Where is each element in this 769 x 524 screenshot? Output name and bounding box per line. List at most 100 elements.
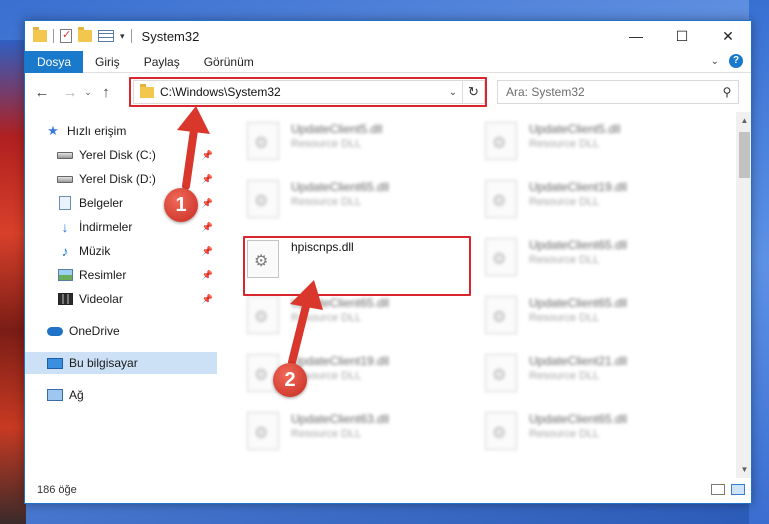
back-button[interactable]: ← bbox=[31, 84, 53, 101]
tiles-view-icon[interactable] bbox=[731, 484, 745, 495]
file-type: Resource DLL bbox=[291, 196, 362, 208]
address-highlight-box bbox=[129, 77, 487, 107]
file-item[interactable]: UpdateClient65.dll Resource DLL bbox=[241, 176, 471, 228]
dll-file-icon bbox=[485, 354, 517, 392]
desktop-background-right bbox=[749, 0, 769, 524]
file-highlight-box bbox=[243, 236, 471, 296]
file-name: UpdateClient65.dll bbox=[529, 238, 628, 252]
videos-icon bbox=[57, 293, 73, 305]
navigation-pane: ★ Hızlı erişim Yerel Disk (C:) 📌 Yerel D… bbox=[25, 112, 217, 478]
pin-icon[interactable]: 📌 bbox=[202, 294, 213, 305]
network-icon bbox=[47, 389, 63, 401]
toolbar-divider bbox=[130, 29, 132, 43]
file-item[interactable]: UpdateClient65.dll Resource DLL bbox=[479, 292, 709, 344]
maximize-button[interactable]: ☐ bbox=[659, 21, 705, 51]
file-item[interactable]: UpdateClient63.dll Resource DLL bbox=[241, 408, 471, 460]
sidebar-item-quick-access[interactable]: ★ Hızlı erişim bbox=[25, 120, 217, 142]
details-view-icon[interactable] bbox=[711, 484, 725, 495]
file-item[interactable]: UpdateClient21.dll Resource DLL bbox=[479, 350, 709, 402]
music-icon: ♪ bbox=[61, 243, 69, 259]
cloud-icon bbox=[47, 326, 63, 336]
dll-file-icon bbox=[485, 180, 517, 218]
main-content: ★ Hızlı erişim Yerel Disk (C:) 📌 Yerel D… bbox=[25, 112, 751, 478]
sidebar-item-local-disk-c[interactable]: Yerel Disk (C:) 📌 bbox=[25, 144, 217, 166]
file-name: UpdateClient5.dll bbox=[291, 122, 383, 136]
tab-view[interactable]: Görünüm bbox=[192, 51, 266, 73]
file-item[interactable]: UpdateClient19.dll Resource DLL bbox=[479, 176, 709, 228]
file-type: Resource DLL bbox=[529, 370, 600, 382]
desktop-background-left bbox=[0, 40, 26, 524]
status-bar: 186 öğe bbox=[25, 477, 751, 503]
tab-share[interactable]: Paylaş bbox=[132, 51, 192, 73]
search-box[interactable]: Ara: System32 ⚲ bbox=[497, 80, 739, 104]
pin-icon[interactable]: 📌 bbox=[202, 198, 213, 209]
new-folder-icon[interactable] bbox=[78, 27, 92, 42]
file-type: Resource DLL bbox=[529, 196, 600, 208]
star-icon: ★ bbox=[47, 123, 59, 138]
scroll-down-icon[interactable]: ▼ bbox=[736, 461, 751, 478]
sidebar-item-label: Ağ bbox=[69, 388, 84, 402]
dll-file-icon bbox=[247, 180, 279, 218]
view-options-icon[interactable] bbox=[98, 30, 114, 42]
folder-icon bbox=[33, 27, 47, 42]
tab-home[interactable]: Giriş bbox=[83, 51, 132, 73]
title-bar: ▾ System32 — ☐ ✕ bbox=[25, 21, 751, 51]
file-item[interactable]: UpdateClient5.dll Resource DLL bbox=[479, 118, 709, 170]
forward-button[interactable]: → bbox=[59, 84, 81, 101]
file-item[interactable]: UpdateClient65.dll Resource DLL bbox=[241, 292, 471, 344]
search-icon[interactable]: ⚲ bbox=[716, 85, 738, 99]
sidebar-item-onedrive[interactable]: OneDrive bbox=[25, 320, 217, 342]
scroll-up-icon[interactable]: ▲ bbox=[736, 112, 751, 129]
file-item[interactable]: UpdateClient5.dll Resource DLL bbox=[241, 118, 471, 170]
properties-icon[interactable] bbox=[60, 28, 72, 43]
sidebar-item-label: Yerel Disk (C:) bbox=[79, 148, 156, 162]
file-explorer-window: ▾ System32 — ☐ ✕ Dosya Giriş Paylaş Görü… bbox=[24, 20, 752, 504]
recent-locations-button[interactable]: ⌄ bbox=[81, 87, 95, 98]
pin-icon[interactable]: 📌 bbox=[202, 174, 213, 185]
toolbar-divider bbox=[53, 29, 54, 43]
sidebar-item-local-disk-d[interactable]: Yerel Disk (D:) 📌 bbox=[25, 168, 217, 190]
navigation-bar: ← → ⌄ ↑ C:\Windows\System32 ⌄ ↻ Ara: Sys… bbox=[25, 73, 751, 111]
close-button[interactable]: ✕ bbox=[705, 21, 751, 51]
sidebar-item-music[interactable]: ♪ Müzik 📌 bbox=[25, 240, 217, 262]
sidebar-item-this-pc[interactable]: Bu bilgisayar bbox=[25, 352, 217, 374]
sidebar-item-videos[interactable]: Videolar 📌 bbox=[25, 288, 217, 310]
dll-file-icon bbox=[485, 122, 517, 160]
file-name: UpdateClient65.dll bbox=[291, 180, 390, 194]
sidebar-item-pictures[interactable]: Resimler 📌 bbox=[25, 264, 217, 286]
search-input[interactable]: Ara: System32 bbox=[506, 85, 716, 99]
sidebar-item-label: Müzik bbox=[79, 244, 111, 258]
pictures-icon bbox=[57, 269, 73, 281]
scrollbar-thumb[interactable] bbox=[739, 132, 750, 178]
file-item[interactable]: UpdateClient65.dll Resource DLL bbox=[479, 408, 709, 460]
dll-file-icon bbox=[247, 296, 279, 334]
chevron-down-icon[interactable]: ⌄ bbox=[711, 56, 719, 67]
pin-icon[interactable]: 📌 bbox=[202, 150, 213, 161]
dll-file-icon bbox=[485, 296, 517, 334]
dll-file-icon bbox=[485, 412, 517, 450]
step-badge-2: 2 bbox=[273, 363, 307, 397]
file-item[interactable]: UpdateClient65.dll Resource DLL bbox=[479, 234, 709, 286]
download-icon: ↓ bbox=[61, 219, 69, 235]
help-icon[interactable]: ? bbox=[729, 54, 743, 68]
tab-file[interactable]: Dosya bbox=[25, 50, 84, 73]
sidebar-item-label: OneDrive bbox=[69, 324, 120, 338]
pin-icon[interactable]: 📌 bbox=[202, 270, 213, 281]
pin-icon[interactable]: 📌 bbox=[202, 246, 213, 257]
file-name: UpdateClient19.dll bbox=[529, 180, 628, 194]
file-name: UpdateClient63.dll bbox=[291, 412, 390, 426]
minimize-button[interactable]: — bbox=[613, 21, 659, 51]
sidebar-item-label: Belgeler bbox=[79, 196, 124, 210]
pin-icon[interactable]: 📌 bbox=[202, 222, 213, 233]
customize-toolbar-chevron-icon[interactable]: ▾ bbox=[120, 31, 125, 42]
file-type: Resource DLL bbox=[291, 428, 362, 440]
item-count: 186 öğe bbox=[37, 484, 77, 496]
up-button[interactable]: ↑ bbox=[95, 84, 117, 101]
ribbon-tabs: Dosya Giriş Paylaş Görünüm ⌄ ? bbox=[25, 50, 751, 73]
sidebar-item-label: İndirmeler bbox=[79, 220, 133, 234]
sidebar-item-label: Bu bilgisayar bbox=[69, 356, 138, 370]
window-controls: — ☐ ✕ bbox=[613, 21, 751, 51]
sidebar-item-network[interactable]: Ağ bbox=[25, 384, 217, 406]
vertical-scrollbar[interactable]: ▲ ▼ bbox=[736, 112, 751, 478]
file-type: Resource DLL bbox=[291, 138, 362, 150]
